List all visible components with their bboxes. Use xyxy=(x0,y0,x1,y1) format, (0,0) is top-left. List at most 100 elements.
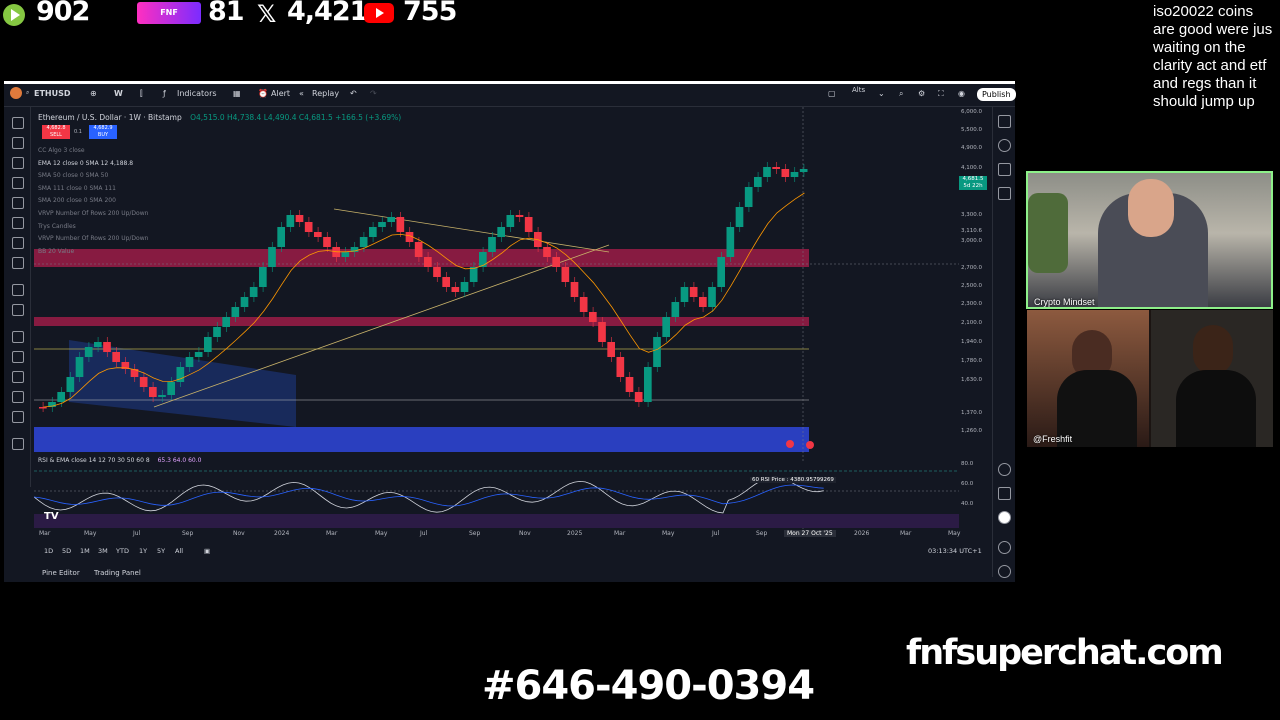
candle xyxy=(369,227,377,237)
search-icon[interactable]: ⌕ xyxy=(26,89,29,97)
range-button[interactable]: 1Y xyxy=(139,547,147,555)
trend-line-tool-icon[interactable] xyxy=(12,137,24,149)
time-tick: Sep xyxy=(182,530,194,537)
range-button[interactable]: 5Y xyxy=(157,547,165,555)
indicators-icon[interactable]: ƒ xyxy=(163,89,166,98)
undo-icon[interactable]: ↶ xyxy=(350,89,357,98)
lock-icon[interactable] xyxy=(12,371,24,383)
candle xyxy=(249,287,258,297)
spread-value: 0.1 xyxy=(74,129,82,135)
range-button[interactable]: All xyxy=(175,547,183,555)
drawing-toolbar xyxy=(4,107,31,487)
heart-tool-icon[interactable] xyxy=(12,257,24,269)
symbol-search[interactable]: ETHUSD xyxy=(34,89,71,98)
candle xyxy=(231,307,240,317)
time-tick: 2024 xyxy=(274,530,290,537)
alts-watchlist-button[interactable]: Alts xyxy=(852,86,865,94)
target-icon[interactable] xyxy=(998,463,1011,476)
candle xyxy=(506,215,515,227)
buy-label: BUY xyxy=(97,132,109,138)
fib-tool-icon[interactable] xyxy=(12,157,24,169)
camera-icon[interactable]: ◉ xyxy=(958,89,965,98)
event-marker xyxy=(806,441,814,449)
candle xyxy=(634,392,643,402)
pattern-tool-icon[interactable] xyxy=(12,177,24,189)
price-tick: 2,300.0 xyxy=(961,301,982,307)
ruler-tool-icon[interactable] xyxy=(12,284,24,296)
chat-icon[interactable] xyxy=(998,187,1011,200)
settings-icon[interactable]: ⚙ xyxy=(918,89,925,98)
candle xyxy=(671,302,680,317)
candle xyxy=(479,252,487,267)
brush-tool-icon[interactable] xyxy=(12,217,24,229)
trash-icon[interactable] xyxy=(12,438,24,450)
candle xyxy=(323,237,331,247)
draw-mode-icon[interactable] xyxy=(12,351,24,363)
candle xyxy=(240,297,249,307)
superchat-site: fnfsuperchat.com xyxy=(906,633,1224,673)
cursor-tool-icon[interactable] xyxy=(12,117,24,129)
sell-button[interactable]: 4,682.8 SELL xyxy=(42,125,70,139)
candle xyxy=(799,169,808,172)
help-icon[interactable] xyxy=(998,565,1011,578)
alert-button[interactable]: Alert xyxy=(271,89,290,98)
zoom-tool-icon[interactable] xyxy=(12,304,24,316)
buy-button[interactable]: 4,682.9 BUY xyxy=(89,125,117,139)
interval-selector[interactable]: W xyxy=(114,89,123,98)
range-button[interactable]: 5D xyxy=(62,547,71,555)
indicator-item: SMA 200 close 0 SMA 200 xyxy=(38,197,116,205)
publish-button[interactable]: Publish xyxy=(977,88,1016,101)
time-tick: Mar xyxy=(614,530,626,537)
candle xyxy=(790,172,799,177)
price-tick: 1,630.0 xyxy=(961,377,982,383)
fullscreen-icon[interactable]: ⛶ xyxy=(938,89,944,99)
signal-icon[interactable] xyxy=(998,541,1011,554)
price-chart[interactable]: TV xyxy=(34,107,959,539)
redo-icon[interactable]: ↷ xyxy=(370,89,377,98)
candle xyxy=(167,382,175,395)
user-avatar[interactable] xyxy=(10,87,22,99)
indicator-item: BB 20 Value xyxy=(38,247,75,255)
badge-viewer-count: 81 xyxy=(208,0,245,27)
candle xyxy=(653,337,661,367)
range-button[interactable]: YTD xyxy=(116,547,129,555)
replay-button[interactable]: Replay xyxy=(312,89,339,98)
guest-right-face xyxy=(1193,325,1233,375)
candle xyxy=(561,267,570,282)
candle xyxy=(579,297,588,312)
sell-label: SELL xyxy=(50,132,62,138)
apps-grid-icon[interactable] xyxy=(998,511,1011,524)
watchlist-icon[interactable] xyxy=(998,115,1011,128)
eye-icon[interactable] xyxy=(12,391,24,403)
layers-icon[interactable] xyxy=(998,163,1011,176)
quick-search-icon[interactable]: ⌕ xyxy=(899,89,903,99)
indicators-button[interactable]: Indicators xyxy=(177,89,217,98)
bottom-tab[interactable]: Pine Editor xyxy=(42,569,80,577)
candle xyxy=(644,367,652,402)
time-tick: Mar xyxy=(326,530,338,537)
candle xyxy=(75,357,84,377)
price-tick: 1,260.0 xyxy=(961,428,982,434)
alerts-clock-icon[interactable] xyxy=(998,139,1011,152)
text-tool-icon[interactable] xyxy=(12,237,24,249)
bottom-tab[interactable]: Trading Panel xyxy=(94,569,141,577)
range-button[interactable]: 1M xyxy=(80,547,90,555)
alert-icon[interactable]: ⏰ xyxy=(258,89,268,98)
utc-clock[interactable]: 03:13:34 UTC+1 xyxy=(928,547,982,555)
calendar-range-icon[interactable]: ▣ xyxy=(204,547,210,555)
chevron-down-icon[interactable]: ⌄ xyxy=(878,89,885,98)
candle xyxy=(708,287,716,307)
magnet-tool-icon[interactable] xyxy=(12,331,24,343)
range-button[interactable]: 3M xyxy=(98,547,108,555)
add-symbol-icon[interactable]: ⊕ xyxy=(90,89,97,98)
replay-icon[interactable]: « xyxy=(299,89,304,98)
link-icon[interactable] xyxy=(12,411,24,423)
chart-type-icon[interactable]: ⫿ xyxy=(140,89,143,99)
templates-icon[interactable]: ▦ xyxy=(233,89,241,98)
layout-icon[interactable]: ▢ xyxy=(828,89,836,98)
calendar-icon[interactable] xyxy=(998,487,1011,500)
time-axis[interactable]: Mar May Jul Sep Nov 2024 Mar May Jul Sep Nov 2025 Ma… xyxy=(34,528,992,540)
forecast-tool-icon[interactable] xyxy=(12,197,24,209)
bar-countdown: 5d 22h xyxy=(963,183,983,189)
range-button[interactable]: 1D xyxy=(44,547,53,555)
